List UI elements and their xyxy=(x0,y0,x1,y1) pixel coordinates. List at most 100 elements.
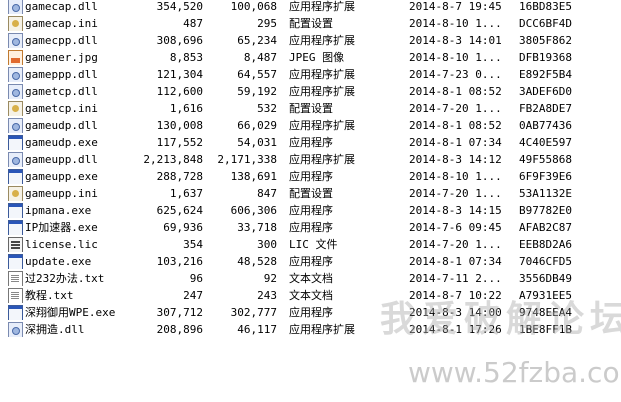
file-packed-size: 138,691 xyxy=(230,170,277,183)
dll-icon xyxy=(8,33,23,48)
file-crc: 4C40E597 xyxy=(519,136,572,149)
file-row[interactable]: gamecpp.dll 308,696 65,234 应用程序扩展 2014-8-3 1… xyxy=(0,32,572,49)
txt-icon xyxy=(8,288,23,303)
file-crc: 7046CFD5 xyxy=(519,255,572,268)
file-type-icon-cell xyxy=(8,305,24,320)
file-type-icon-cell xyxy=(8,322,24,337)
file-crc: DFB19368 xyxy=(519,51,572,64)
dll-icon xyxy=(8,152,23,167)
file-size: 69,936 xyxy=(163,221,203,234)
file-packed-size: 33,718 xyxy=(237,221,277,234)
file-packed-size: 847 xyxy=(257,187,277,200)
file-row[interactable]: gametcp.dll 112,600 59,192 应用程序扩展 2014-8-1 0… xyxy=(0,83,572,100)
file-type-icon-cell xyxy=(8,118,24,133)
file-type-icon-cell xyxy=(8,152,24,167)
txt-icon xyxy=(8,271,23,286)
file-packed-size: 65,234 xyxy=(237,34,277,47)
watermark-text: 我爱破解论坛 xyxy=(380,299,621,340)
file-name: 教程.txt xyxy=(25,289,74,302)
file-name: IP加速器.exe xyxy=(25,221,98,234)
file-type-icon-cell xyxy=(8,84,24,99)
file-name: gametcp.ini xyxy=(25,102,98,115)
file-row[interactable]: update.exe 103,216 48,528 应用程序 2014-8-1 07:3… xyxy=(0,253,572,270)
file-packed-size: 295 xyxy=(257,17,277,30)
file-name: gametcp.dll xyxy=(25,85,98,98)
file-type-icon-cell xyxy=(8,16,24,31)
exe-icon xyxy=(8,135,23,150)
file-row[interactable]: gameudp.exe 117,552 54,031 应用程序 2014-8-1 07:… xyxy=(0,134,572,151)
file-packed-size: 92 xyxy=(263,272,277,285)
file-modified: 2014-7-20 1... xyxy=(409,102,502,115)
file-size: 121,304 xyxy=(156,68,203,81)
file-type: 文本文档 xyxy=(289,272,333,285)
file-name: gamecap.ini xyxy=(25,17,98,30)
file-crc: 3ADEF6D0 xyxy=(519,85,572,98)
file-modified: 2014-8-1 08:52 xyxy=(409,85,502,98)
file-crc: B97782E0 xyxy=(519,204,572,217)
file-type: 应用程序扩展 xyxy=(289,34,355,47)
file-row[interactable]: 过232办法.txt 96 92 文本文档 2014-7-11 2... 3556DB49 xyxy=(0,270,572,287)
file-type: 应用程序扩展 xyxy=(289,68,355,81)
file-size: 354,520 xyxy=(156,0,203,13)
file-name: 深拥造.dll xyxy=(25,323,85,336)
file-name: gameupp.dll xyxy=(25,153,98,166)
file-crc: AFAB2C87 xyxy=(519,221,572,234)
file-row[interactable]: gameupp.ini 1,637 847 配置设置 2014-7-20 1... 53A… xyxy=(0,185,572,202)
file-name: gameudp.exe xyxy=(25,136,98,149)
file-size: 247 xyxy=(183,289,203,302)
file-row[interactable]: gameppp.dll 121,304 64,557 应用程序扩展 2014-7-23 … xyxy=(0,66,572,83)
dll-icon xyxy=(8,84,23,99)
file-type-icon-cell xyxy=(8,135,24,150)
file-row[interactable]: license.lic 354 300 LIC 文件 2014-7-20 1... EEB… xyxy=(0,236,572,253)
file-row[interactable]: gamener.jpg 8,853 8,487 JPEG 图像 2014-8-10 1.… xyxy=(0,49,572,66)
file-size: 288,728 xyxy=(156,170,203,183)
file-modified: 2014-7-11 2... xyxy=(409,272,502,285)
ini-icon xyxy=(8,101,23,116)
file-row[interactable]: gamecap.ini 487 295 配置设置 2014-8-10 1... DCC6B… xyxy=(0,15,572,32)
file-size: 130,008 xyxy=(156,119,203,132)
file-modified: 2014-8-3 14:15 xyxy=(409,204,502,217)
file-modified: 2014-8-3 14:12 xyxy=(409,153,502,166)
file-modified: 2014-7-23 0... xyxy=(409,68,502,81)
file-crc: 6F9F39E6 xyxy=(519,170,572,183)
file-row[interactable]: gameupp.dll 2,213,848 2,171,338 应用程序扩展 2014-… xyxy=(0,151,572,168)
file-name: 过232办法.txt xyxy=(25,272,105,285)
file-modified: 2014-7-6 09:45 xyxy=(409,221,502,234)
file-name: update.exe xyxy=(25,255,92,268)
file-name: license.lic xyxy=(25,238,98,251)
file-name: gamecap.dll xyxy=(25,0,98,13)
file-crc: 49F55868 xyxy=(519,153,572,166)
file-type: 应用程序扩展 xyxy=(289,85,355,98)
file-name: ipmana.exe xyxy=(25,204,92,217)
dll-icon xyxy=(8,118,23,133)
file-type-icon-cell xyxy=(8,33,24,48)
file-modified: 2014-8-1 08:52 xyxy=(409,119,502,132)
file-row[interactable]: IP加速器.exe 69,936 33,718 应用程序 2014-7-6 09:45 A… xyxy=(0,219,572,236)
file-row[interactable]: gametcp.ini 1,616 532 配置设置 2014-7-20 1... FB2… xyxy=(0,100,572,117)
file-name: gamener.jpg xyxy=(25,51,98,64)
file-row[interactable]: gamecap.dll 354,520 100,068 应用程序扩展 2014-8-7 … xyxy=(0,0,572,15)
file-type-icon-cell xyxy=(8,220,24,235)
file-row[interactable]: gameudp.dll 130,008 66,029 应用程序扩展 2014-8-1 0… xyxy=(0,117,572,134)
watermark-url: www.52fzba.com xyxy=(408,356,621,389)
file-size: 8,853 xyxy=(169,51,203,64)
file-size: 2,213,848 xyxy=(143,153,203,166)
file-size: 308,696 xyxy=(156,34,203,47)
file-type: LIC 文件 xyxy=(289,238,338,251)
file-modified: 2014-8-10 1... xyxy=(409,17,502,30)
file-modified: 2014-8-7 19:45 xyxy=(409,0,502,13)
file-row[interactable]: gameupp.exe 288,728 138,691 应用程序 2014-8-10 1… xyxy=(0,168,572,185)
file-modified: 2014-8-10 1... xyxy=(409,51,502,64)
ini-icon xyxy=(8,16,23,31)
file-row[interactable]: ipmana.exe 625,624 606,306 应用程序 2014-8-3 14:… xyxy=(0,202,572,219)
file-modified: 2014-7-20 1... xyxy=(409,187,502,200)
file-size: 354 xyxy=(183,238,203,251)
file-size: 117,552 xyxy=(156,136,203,149)
file-modified: 2014-8-10 1... xyxy=(409,170,502,183)
exe-icon xyxy=(8,254,23,269)
file-crc: E892F5B4 xyxy=(519,68,572,81)
file-modified: 2014-8-3 14:01 xyxy=(409,34,502,47)
file-size: 112,600 xyxy=(156,85,203,98)
file-crc: EEB8D2A6 xyxy=(519,238,572,251)
file-packed-size: 46,117 xyxy=(237,323,277,336)
